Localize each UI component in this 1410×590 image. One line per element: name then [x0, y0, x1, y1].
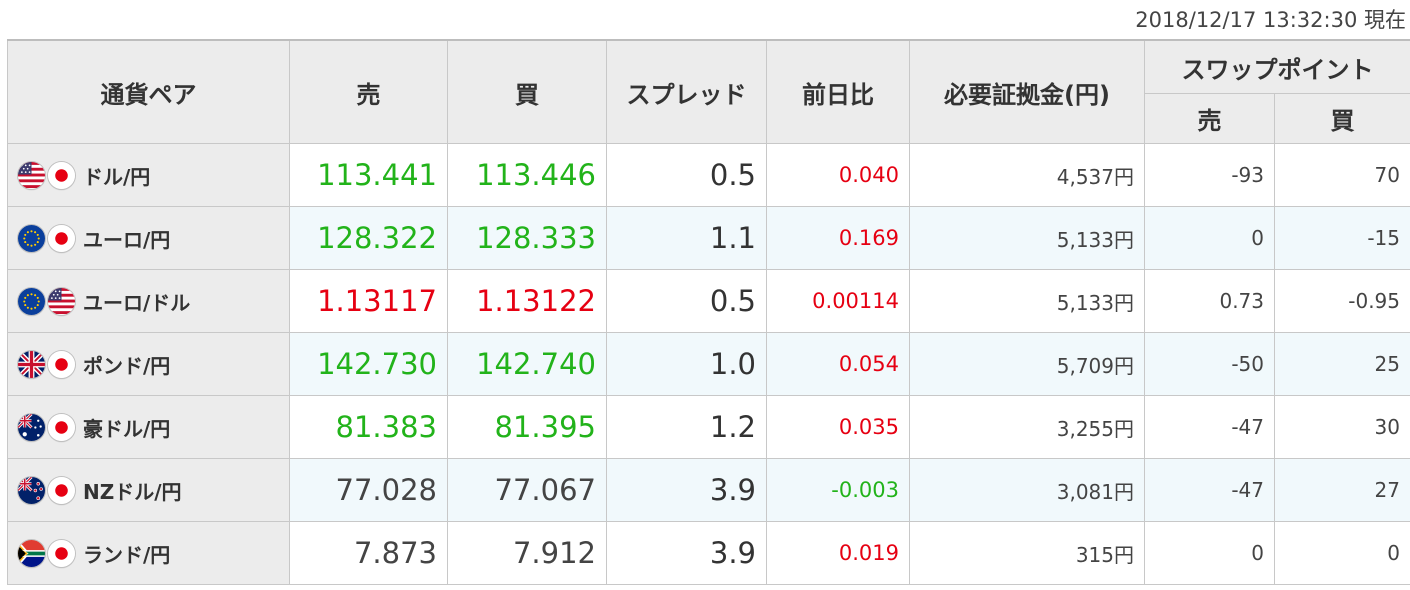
- spread-value: 3.9: [606, 458, 767, 522]
- swap-buy-value: 70: [1274, 143, 1410, 207]
- fx-rate-table: 通貨ペア 売 買 スプレッド 前日比 必要証拠金(円) スワップポイント 売 買…: [7, 39, 1410, 585]
- sell-price: 113.441: [289, 143, 448, 207]
- swap-sell-value: 0: [1144, 521, 1275, 585]
- au-flag-icon: [18, 413, 45, 441]
- currency-pair-cell[interactable]: NZドル/円: [7, 458, 290, 522]
- table-row: ユーロ/ドル 1.13117 1.13122 0.5 0.00114 5,133…: [7, 269, 1410, 333]
- swap-buy-value: 27: [1274, 458, 1410, 522]
- change-value: 0.00114: [766, 269, 910, 333]
- buy-price: 77.067: [447, 458, 607, 522]
- change-value: 0.035: [766, 395, 910, 459]
- buy-price: 142.740: [447, 332, 607, 396]
- header-sell: 売: [289, 39, 448, 144]
- currency-pair-name: 豪ドル/円: [83, 416, 171, 441]
- table-row: ドル/円 113.441 113.446 0.5 0.040 4,537円 -9…: [7, 143, 1410, 207]
- required-margin: 5,133円: [909, 269, 1145, 333]
- jp-flag-icon: [48, 350, 75, 378]
- currency-pair-name: ユーロ/円: [83, 227, 171, 252]
- currency-pair-name: ランド/円: [83, 542, 171, 567]
- change-value: 0.054: [766, 332, 910, 396]
- currency-pair-cell[interactable]: 豪ドル/円: [7, 395, 290, 459]
- required-margin: 5,709円: [909, 332, 1145, 396]
- sell-price: 81.383: [289, 395, 448, 459]
- required-margin: 315円: [909, 521, 1145, 585]
- spread-value: 0.5: [606, 269, 767, 333]
- spread-value: 1.2: [606, 395, 767, 459]
- currency-pair-cell[interactable]: ランド/円: [7, 521, 290, 585]
- jp-flag-icon: [48, 413, 75, 441]
- swap-buy-value: 30: [1274, 395, 1410, 459]
- change-value: 0.169: [766, 206, 910, 270]
- currency-pair-name: ドル/円: [83, 164, 151, 189]
- header-margin: 必要証拠金(円): [909, 39, 1145, 144]
- change-value: 0.040: [766, 143, 910, 207]
- us-flag-icon: [48, 287, 75, 315]
- change-value: -0.003: [766, 458, 910, 522]
- required-margin: 4,537円: [909, 143, 1145, 207]
- table-row: 豪ドル/円 81.383 81.395 1.2 0.035 3,255円 -47…: [7, 395, 1410, 459]
- header-spread: スプレッド: [606, 39, 767, 144]
- header-swap-sell: 売: [1144, 93, 1275, 144]
- currency-pair-name: ポンド/円: [83, 353, 171, 378]
- uk-flag-icon: [18, 350, 45, 378]
- change-value: 0.019: [766, 521, 910, 585]
- currency-pair-name: NZドル/円: [83, 479, 182, 504]
- header-buy: 買: [447, 39, 607, 144]
- required-margin: 5,133円: [909, 206, 1145, 270]
- jp-flag-icon: [48, 476, 75, 504]
- swap-buy-value: 0: [1274, 521, 1410, 585]
- buy-price: 7.912: [447, 521, 607, 585]
- buy-price: 1.13122: [447, 269, 607, 333]
- swap-sell-value: -47: [1144, 458, 1275, 522]
- za-flag-icon: [18, 539, 45, 567]
- table-row: NZドル/円 77.028 77.067 3.9 -0.003 3,081円 -…: [7, 458, 1410, 522]
- sell-price: 77.028: [289, 458, 448, 522]
- swap-buy-value: -15: [1274, 206, 1410, 270]
- currency-pair-cell[interactable]: ポンド/円: [7, 332, 290, 396]
- currency-pair-cell[interactable]: ドル/円: [7, 143, 290, 207]
- eu-flag-icon: [18, 287, 45, 315]
- currency-pair-cell[interactable]: ユーロ/ドル: [7, 269, 290, 333]
- table-row: ランド/円 7.873 7.912 3.9 0.019 315円 0 0: [7, 521, 1410, 585]
- swap-sell-value: -47: [1144, 395, 1275, 459]
- currency-pair-name: ユーロ/ドル: [83, 290, 191, 315]
- table-row: ポンド/円 142.730 142.740 1.0 0.054 5,709円 -…: [7, 332, 1410, 396]
- us-flag-icon: [18, 161, 45, 189]
- jp-flag-icon: [48, 161, 75, 189]
- nz-flag-icon: [18, 476, 45, 504]
- spread-value: 3.9: [606, 521, 767, 585]
- buy-price: 81.395: [447, 395, 607, 459]
- sell-price: 142.730: [289, 332, 448, 396]
- spread-value: 1.1: [606, 206, 767, 270]
- jp-flag-icon: [48, 539, 75, 567]
- timestamp: 2018/12/17 13:32:30 現在: [1135, 8, 1406, 32]
- table-header: 通貨ペア 売 買 スプレッド 前日比 必要証拠金(円) スワップポイント 売 買: [7, 39, 1410, 144]
- required-margin: 3,255円: [909, 395, 1145, 459]
- swap-sell-value: 0.73: [1144, 269, 1275, 333]
- buy-price: 128.333: [447, 206, 607, 270]
- header-pair: 通貨ペア: [7, 39, 290, 144]
- swap-sell-value: -93: [1144, 143, 1275, 207]
- header-swap-buy: 買: [1274, 93, 1410, 144]
- swap-buy-value: -0.95: [1274, 269, 1410, 333]
- table-row: ユーロ/円 128.322 128.333 1.1 0.169 5,133円 0…: [7, 206, 1410, 270]
- spread-value: 0.5: [606, 143, 767, 207]
- currency-pair-cell[interactable]: ユーロ/円: [7, 206, 290, 270]
- required-margin: 3,081円: [909, 458, 1145, 522]
- sell-price: 7.873: [289, 521, 448, 585]
- spread-value: 1.0: [606, 332, 767, 396]
- jp-flag-icon: [48, 224, 75, 252]
- eu-flag-icon: [18, 224, 45, 252]
- sell-price: 1.13117: [289, 269, 448, 333]
- header-swap: スワップポイント: [1144, 39, 1410, 94]
- swap-sell-value: -50: [1144, 332, 1275, 396]
- swap-sell-value: 0: [1144, 206, 1275, 270]
- sell-price: 128.322: [289, 206, 448, 270]
- swap-buy-value: 25: [1274, 332, 1410, 396]
- table-body: ドル/円 113.441 113.446 0.5 0.040 4,537円 -9…: [7, 143, 1410, 585]
- buy-price: 113.446: [447, 143, 607, 207]
- header-change: 前日比: [766, 39, 910, 144]
